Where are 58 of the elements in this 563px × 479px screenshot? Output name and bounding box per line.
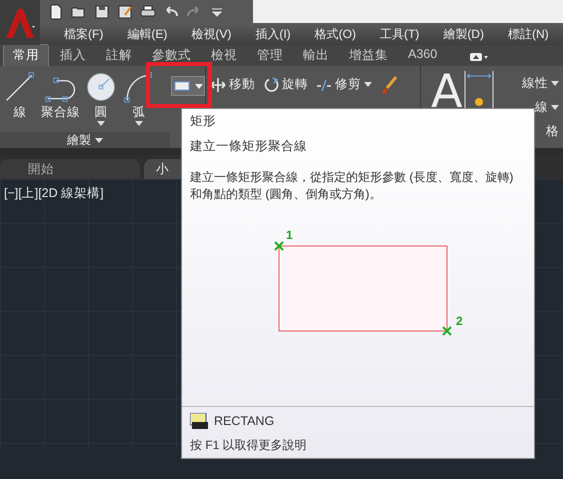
menu-item[interactable]: 繪製(D)	[431, 26, 496, 42]
modify-tool-button[interactable]: 旋轉	[263, 76, 308, 93]
tooltip-subtitle: 建立一條矩形聚合線	[190, 138, 308, 155]
new-file-icon[interactable]	[48, 4, 64, 20]
ribbon-tab[interactable]: 增益集	[340, 45, 397, 66]
caret-icon[interactable]	[551, 105, 559, 110]
menu-item[interactable]: 標註(N)	[496, 26, 561, 42]
command-icon	[190, 413, 208, 429]
print-icon[interactable]	[140, 4, 156, 20]
caret-icon[interactable]	[551, 81, 559, 86]
point-marker-icon	[442, 326, 452, 336]
tooltip-title: 矩形	[190, 113, 217, 130]
annotation-tool-button[interactable]: 格	[546, 122, 559, 141]
modify-tool-button[interactable]: 修剪	[316, 76, 372, 93]
draw-tool-button[interactable]: 弧	[121, 70, 157, 132]
save-as-icon[interactable]	[117, 4, 133, 20]
viewport-controls[interactable]: [−][上][2D 線架構]	[4, 186, 104, 200]
annotation-tool-button[interactable]: 線性	[522, 74, 559, 93]
menu-item[interactable]: 檢視(V)	[179, 26, 244, 42]
move-arrows-icon	[210, 76, 226, 92]
draw-tool-button[interactable]: 圓	[83, 70, 119, 132]
command-name: RECTANG	[214, 414, 274, 428]
panel-toggle-icon[interactable]	[470, 52, 488, 62]
ribbon-tab[interactable]: 常用	[3, 44, 49, 66]
menu-item[interactable]: 工具(T)	[368, 26, 432, 42]
draw-tool-button[interactable]: 聚合線	[40, 70, 81, 132]
rectangle-button[interactable]	[171, 76, 205, 96]
rotate-icon	[263, 76, 279, 92]
panel-title[interactable]: 繪製	[67, 132, 91, 148]
menu-item[interactable]: 檔案(F)	[52, 26, 116, 42]
help-hint: 按 F1 以取得更多說明	[190, 437, 308, 454]
save-icon[interactable]	[94, 4, 110, 20]
caret-icon[interactable]	[195, 84, 203, 88]
caret-icon[interactable]	[97, 121, 105, 126]
point-label: 2	[456, 314, 463, 328]
annotation-tool-button[interactable]: 線	[535, 98, 559, 117]
ribbon-tab[interactable]: 管理	[248, 45, 292, 66]
point-label: 1	[286, 228, 293, 242]
menu-item[interactable]: 插入(I)	[243, 26, 303, 42]
brush-icon[interactable]	[380, 76, 398, 96]
dimension-icon[interactable]	[464, 70, 494, 110]
menu-item[interactable]: 編輯(E)	[115, 26, 180, 42]
caret-icon[interactable]	[95, 138, 103, 142]
ribbon-tab[interactable]: 參數式	[143, 45, 200, 66]
point-marker-icon	[274, 241, 284, 251]
ribbon-tab[interactable]: 插入	[51, 45, 95, 66]
menu-item[interactable]: 格式(O)	[302, 26, 368, 42]
caret-icon[interactable]	[364, 82, 372, 87]
caret-icon[interactable]	[135, 121, 143, 126]
ribbon-tab[interactable]: 註解	[97, 45, 141, 66]
file-tab[interactable]: 開始	[0, 159, 140, 179]
highlight-frame	[146, 62, 212, 108]
ribbon-tab[interactable]: 檢視	[202, 45, 246, 66]
draw-tool-button[interactable]: 線	[2, 70, 38, 132]
ribbon-tab[interactable]: A360	[399, 45, 446, 66]
ribbon-tab[interactable]: 輸出	[294, 45, 338, 66]
circle-tool-icon	[84, 70, 118, 104]
modify-tool-button[interactable]: 移動	[210, 76, 255, 93]
